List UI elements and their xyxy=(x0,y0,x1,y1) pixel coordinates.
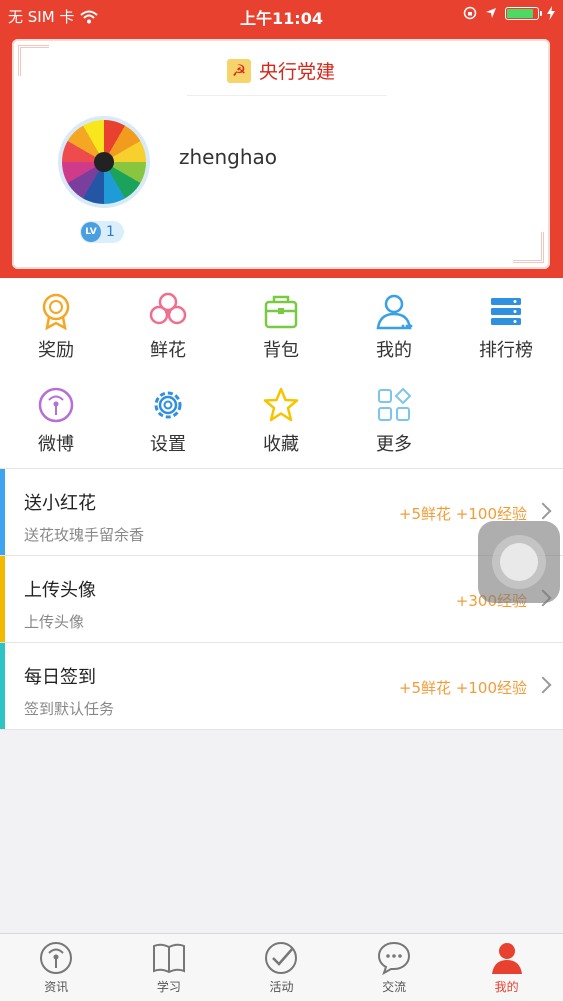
location-icon xyxy=(486,8,496,18)
task-title: 每日签到 xyxy=(24,667,96,688)
charging-icon xyxy=(547,6,555,20)
task-item-daily-checkin[interactable]: 每日签到 签到默认任务 +5鲜花 +100经验 xyxy=(0,642,563,730)
grid-label: 背包 xyxy=(263,340,299,361)
grid-item-ranking[interactable]: 排行榜 xyxy=(450,292,562,372)
grid-label: 收藏 xyxy=(263,434,299,455)
tab-label: 交流 xyxy=(382,980,407,994)
weibo-icon xyxy=(38,387,74,423)
grid-item-reward[interactable]: 奖励 xyxy=(0,292,112,372)
more-grid-icon xyxy=(378,387,412,421)
grid-label: 鲜花 xyxy=(150,340,186,361)
task-subtitle: 送花玫瑰手留余香 xyxy=(24,526,145,544)
grid-label: 微博 xyxy=(38,434,74,455)
grid-label: 奖励 xyxy=(38,340,74,361)
grid-label: 设置 xyxy=(150,434,186,455)
ranking-icon xyxy=(491,298,521,325)
book-icon xyxy=(152,943,185,974)
grid-item-favorites[interactable]: 收藏 xyxy=(225,386,337,466)
user-icon xyxy=(376,294,413,330)
assistive-touch-button[interactable] xyxy=(478,521,560,603)
level-badge: LV 1 xyxy=(80,221,124,243)
username: zhenghao xyxy=(179,145,278,169)
tab-label: 学习 xyxy=(156,980,181,994)
grid-item-backpack[interactable]: 背包 xyxy=(225,292,337,372)
level-icon: LV xyxy=(81,222,101,242)
tab-bar: 资讯 学习 活动 交流 我的 xyxy=(0,933,563,1001)
task-subtitle: 上传头像 xyxy=(24,613,85,631)
tab-mine[interactable]: 我的 xyxy=(450,934,563,1001)
tab-label: 活动 xyxy=(269,980,294,994)
brand-title: 央行党建 xyxy=(258,61,335,83)
task-list: 送小红花 送花玫瑰手留余香 +5鲜花 +100经验 上传头像 上传头像 +300… xyxy=(0,468,563,730)
tab-study[interactable]: 学习 xyxy=(113,934,226,1001)
task-title: 送小红花 xyxy=(24,493,96,514)
task-title: 上传头像 xyxy=(24,580,96,601)
status-bar: 无 SIM 卡 上午11:04 xyxy=(0,0,563,30)
star-icon xyxy=(263,387,299,422)
profile-card: ☭ 央行党建 zhenghao LV 1 xyxy=(12,39,550,269)
divider xyxy=(187,95,387,96)
grid-label: 排行榜 xyxy=(479,340,533,361)
grid-item-settings[interactable]: 设置 xyxy=(112,386,224,466)
task-accent-bar xyxy=(0,643,5,729)
backpack-icon xyxy=(264,295,298,329)
grid-label: 我的 xyxy=(376,340,412,361)
chat-bubble-icon xyxy=(378,941,411,976)
profile-header: ☭ 央行党建 zhenghao LV 1 xyxy=(0,30,563,278)
grid-item-more[interactable]: 更多 xyxy=(338,386,450,466)
profile-icon xyxy=(491,943,522,974)
party-emblem-icon: ☭ xyxy=(226,58,251,83)
award-icon xyxy=(42,293,70,330)
check-circle-icon xyxy=(265,942,298,974)
rotation-lock-icon xyxy=(463,6,477,20)
tab-news[interactable]: 资讯 xyxy=(0,934,113,1001)
settings-gear-icon xyxy=(154,391,182,419)
grid-item-mine[interactable]: 我的 xyxy=(338,292,450,372)
flower-icon xyxy=(149,292,187,325)
grid-item-weibo[interactable]: 微博 xyxy=(0,386,112,466)
tab-label: 资讯 xyxy=(44,980,69,994)
avatar[interactable] xyxy=(58,116,150,208)
task-reward: +5鲜花 +100经验 xyxy=(398,679,527,697)
battery-icon xyxy=(505,6,542,20)
task-accent-bar xyxy=(0,556,5,642)
tab-label: 我的 xyxy=(494,980,519,994)
task-subtitle: 签到默认任务 xyxy=(24,700,115,718)
grid-item-flowers[interactable]: 鲜花 xyxy=(112,292,224,372)
grid-label: 更多 xyxy=(376,434,412,455)
chevron-right-icon xyxy=(534,502,552,520)
brand: ☭ 央行党建 xyxy=(12,57,550,84)
task-accent-bar xyxy=(0,469,5,555)
level-number: 1 xyxy=(106,224,115,240)
news-antenna-icon xyxy=(40,942,73,974)
tab-communication[interactable]: 交流 xyxy=(338,934,451,1001)
feature-grid: 奖励 鲜花 背包 我的 排行榜 微博 设置 收藏 更多 xyxy=(0,278,563,468)
tab-activity[interactable]: 活动 xyxy=(225,934,338,1001)
chevron-right-icon xyxy=(534,676,552,694)
